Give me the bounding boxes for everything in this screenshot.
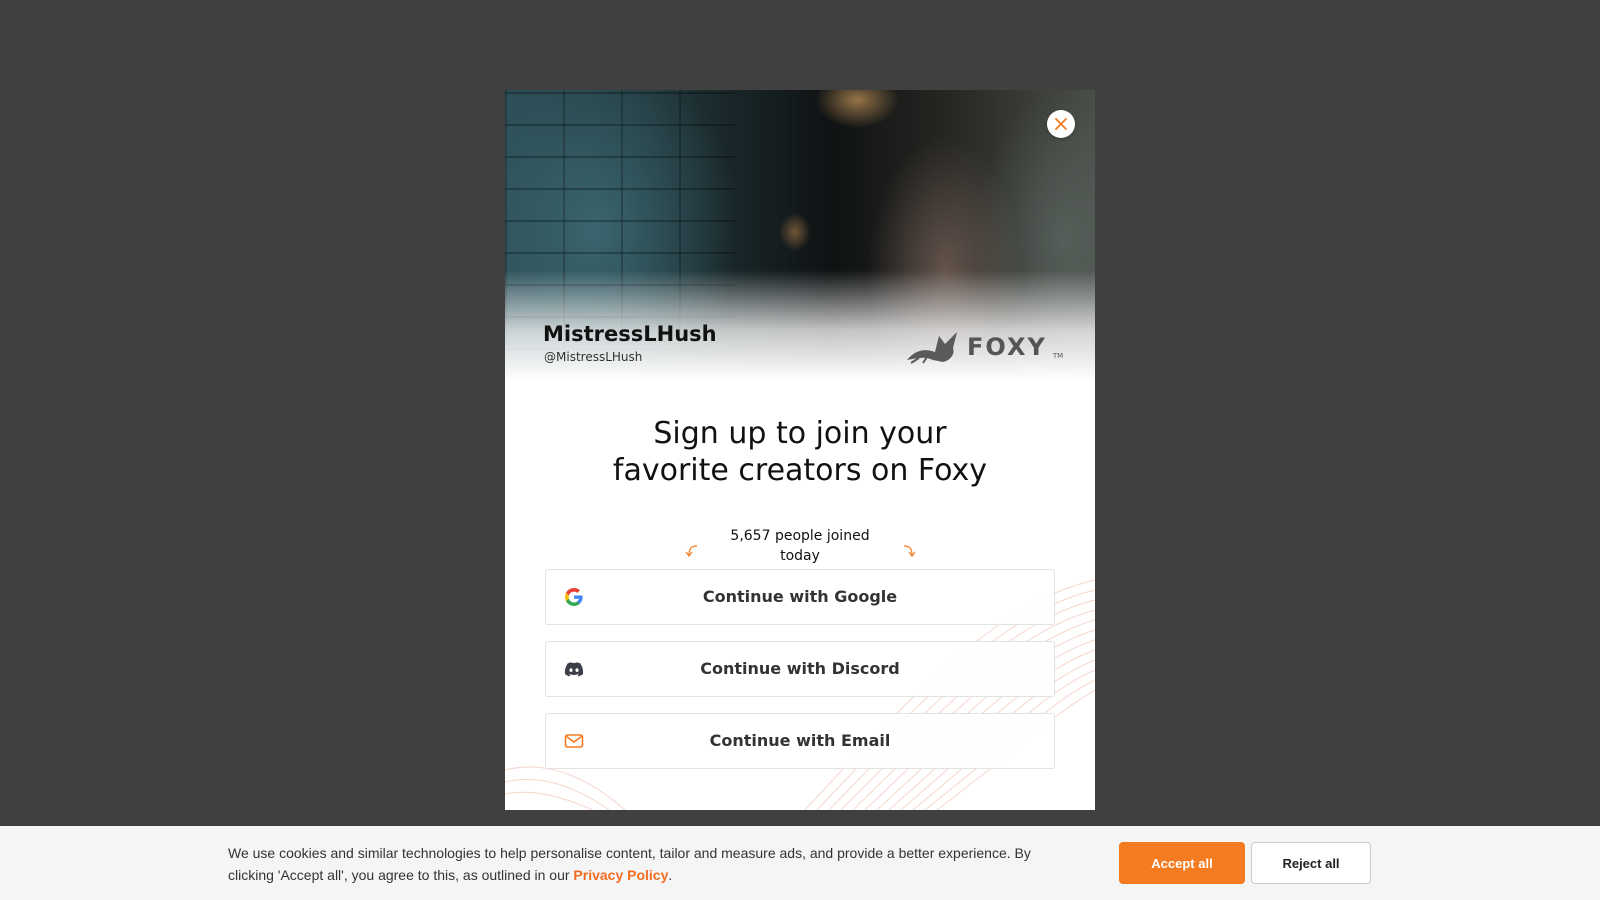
creator-handle: @MistressLHush <box>544 350 643 364</box>
reject-all-button[interactable]: Reject all <box>1251 842 1371 884</box>
headline-line-1: Sign up to join your <box>653 416 947 451</box>
curved-arrow-left-icon <box>685 545 698 557</box>
foxy-logo: FOXY TM <box>905 330 1063 364</box>
joined-count-line-1: 5,657 people joined <box>730 528 870 544</box>
headline-line-2: favorite creators on Foxy <box>612 453 988 488</box>
foxy-wordmark: FOXY <box>967 333 1047 361</box>
privacy-policy-link[interactable]: Privacy Policy <box>573 867 668 883</box>
curved-arrow-right-icon <box>903 545 916 557</box>
google-button-label: Continue with Google <box>702 587 898 606</box>
discord-button-label: Continue with Discord <box>700 659 900 678</box>
continue-with-google-button[interactable]: Continue with Google <box>545 569 1055 625</box>
fox-logo-icon <box>907 332 957 364</box>
accept-all-button[interactable]: Accept all <box>1119 842 1245 884</box>
cookie-message-end: . <box>668 867 673 883</box>
creator-name: MistressLHush <box>543 322 717 346</box>
close-icon <box>1055 118 1067 130</box>
cookie-message: We use cookies and similar technologies … <box>228 842 1068 886</box>
continue-with-discord-button[interactable]: Continue with Discord <box>545 641 1055 697</box>
cookie-consent-banner: We use cookies and similar technologies … <box>0 826 1600 900</box>
trademark: TM <box>1052 352 1064 360</box>
signup-headline: Sign up to join your favorite creators o… <box>505 415 1095 489</box>
continue-with-email-button[interactable]: Continue with Email <box>545 713 1055 769</box>
creator-hero-image: MistressLHush @MistressLHush FOXY TM <box>505 90 1095 380</box>
close-button[interactable] <box>1047 110 1075 138</box>
signup-modal: MistressLHush @MistressLHush FOXY TM Sig… <box>505 90 1095 810</box>
email-button-label: Continue with Email <box>709 731 891 750</box>
